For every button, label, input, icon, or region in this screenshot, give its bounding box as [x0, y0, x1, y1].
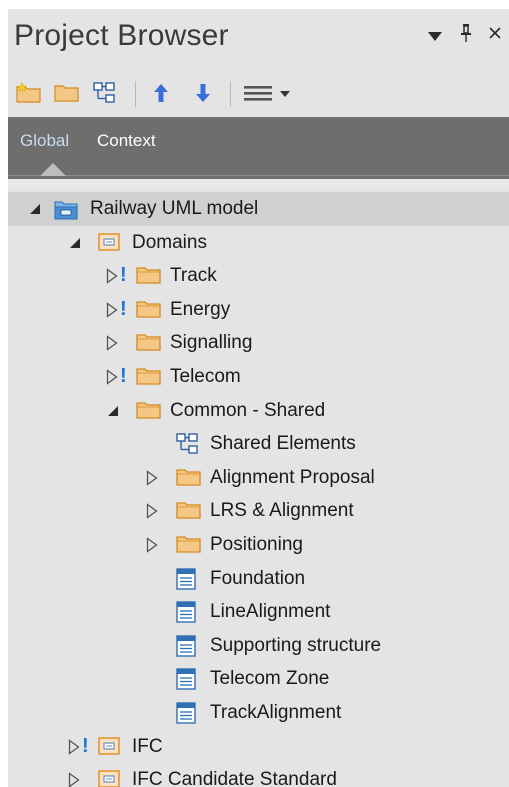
- tree-item[interactable]: Positioning: [8, 528, 509, 562]
- warning-exclamation-icon: !: [82, 734, 89, 757]
- tree-item[interactable]: Telecom Zone: [8, 662, 509, 696]
- class-icon: [176, 702, 200, 724]
- tree-item[interactable]: ! Energy: [8, 293, 509, 327]
- warning-exclamation-icon: !: [120, 365, 127, 387]
- folder-icon: [136, 332, 161, 354]
- tree-item-label: Energy: [170, 298, 231, 320]
- tree-item[interactable]: Signalling: [8, 326, 509, 360]
- menu-button[interactable]: [240, 79, 296, 107]
- tree-item[interactable]: ! IFC: [8, 730, 509, 764]
- collapse-triangle-icon[interactable]: [106, 401, 122, 421]
- expand-triangle-icon[interactable]: [146, 501, 162, 521]
- panel-title: Project Browser: [14, 19, 229, 52]
- diagram-icon: [93, 82, 115, 103]
- expand-triangle-icon[interactable]: [106, 333, 122, 353]
- tree-item-label: Telecom Zone: [210, 668, 330, 690]
- tree-item-label: Telecom: [170, 366, 241, 387]
- tree-item[interactable]: IFC Candidate Standard: [8, 763, 509, 787]
- collapse-triangle-icon[interactable]: [68, 233, 84, 253]
- tree-item[interactable]: Railway UML model: [8, 192, 509, 226]
- tree-item-label: TrackAlignment: [210, 702, 342, 723]
- warning-exclamation-icon: !: [120, 264, 127, 287]
- close-icon[interactable]: [488, 23, 502, 45]
- folder-star-icon: [16, 82, 41, 103]
- tree-item[interactable]: Alignment Proposal: [8, 461, 509, 495]
- panel-menu-dropdown-icon[interactable]: [428, 25, 442, 47]
- tree-item[interactable]: LRS & Alignment: [8, 494, 509, 528]
- tree-item[interactable]: ! Telecom: [8, 360, 509, 394]
- toolbar-separator: [135, 81, 136, 107]
- folder-icon: [176, 467, 201, 489]
- tree-item[interactable]: Shared Elements: [8, 427, 509, 461]
- tree-item[interactable]: TrackAlignment: [8, 696, 509, 730]
- tree-item[interactable]: ! Track: [8, 259, 509, 293]
- tree-top-padding: [8, 179, 509, 187]
- tree-item-label: Positioning: [210, 534, 303, 555]
- class-icon: [176, 601, 200, 623]
- tree-item[interactable]: Foundation: [8, 562, 509, 596]
- collapse-triangle-icon[interactable]: [28, 199, 44, 219]
- tree-item-label: Supporting structure: [210, 634, 382, 656]
- warning-exclamation-icon: !: [120, 297, 127, 320]
- package-icon: [98, 769, 122, 787]
- move-down-button[interactable]: [190, 79, 216, 107]
- package-icon: [98, 736, 122, 758]
- folder-icon: [136, 366, 161, 388]
- new-diagram-button[interactable]: [90, 79, 120, 107]
- package-icon: [98, 232, 122, 254]
- tree-item-label: Track: [170, 265, 217, 287]
- tree-item-label: Alignment Proposal: [210, 466, 375, 488]
- new-package-button[interactable]: [52, 79, 82, 107]
- folder-icon: [176, 500, 201, 522]
- folder-icon: [54, 85, 79, 102]
- hamburger-dropdown-icon: [244, 86, 290, 101]
- tree-item-label: Shared Elements: [210, 433, 356, 455]
- expand-triangle-icon[interactable]: [146, 468, 162, 488]
- tree-item-label: Common - Shared: [170, 399, 326, 421]
- title-bar: Project Browser: [8, 9, 509, 69]
- move-up-button[interactable]: [148, 79, 174, 107]
- tree-item-label: Foundation: [210, 567, 306, 589]
- tree-item[interactable]: Domains: [8, 226, 509, 260]
- active-tab-indicator: [40, 163, 66, 176]
- project-browser-panel: Project Browser Global Context Railway U…: [8, 9, 509, 787]
- tree-item-label: IFC Candidate Standard: [132, 769, 337, 787]
- toolbar: [8, 69, 509, 117]
- root-model-icon: [54, 198, 78, 220]
- arrow-up-icon: [154, 84, 168, 102]
- pin-icon[interactable]: [460, 23, 472, 48]
- class-icon: [176, 567, 200, 590]
- scope-tabs: Global Context: [8, 117, 509, 179]
- tree-item-label: LRS & Alignment: [210, 500, 354, 522]
- folder-icon: [136, 299, 161, 321]
- tree-item[interactable]: Supporting structure: [8, 629, 509, 663]
- tree-item-label: Railway UML model: [90, 198, 259, 219]
- arrow-down-icon: [196, 84, 210, 102]
- expand-triangle-icon[interactable]: [146, 535, 162, 555]
- folder-icon: [136, 265, 161, 287]
- expand-triangle-icon[interactable]: [68, 770, 84, 787]
- folder-icon: [136, 400, 161, 422]
- tree-item-label: Signalling: [170, 332, 253, 354]
- tree-item-label: IFC: [132, 735, 163, 757]
- tree-item-label: Domains: [132, 231, 207, 253]
- diagram-icon: [176, 433, 200, 455]
- tab-context[interactable]: Context: [97, 131, 156, 151]
- class-icon: [176, 635, 200, 657]
- tree-item[interactable]: LineAlignment: [8, 595, 509, 629]
- new-model-button[interactable]: [14, 79, 44, 107]
- tab-divider: [8, 175, 509, 176]
- folder-icon: [176, 534, 201, 556]
- tree-item[interactable]: Common - Shared: [8, 394, 509, 428]
- tree-item-label: LineAlignment: [210, 601, 331, 623]
- toolbar-separator: [230, 81, 231, 107]
- tab-global[interactable]: Global: [20, 131, 69, 151]
- class-icon: [176, 668, 200, 691]
